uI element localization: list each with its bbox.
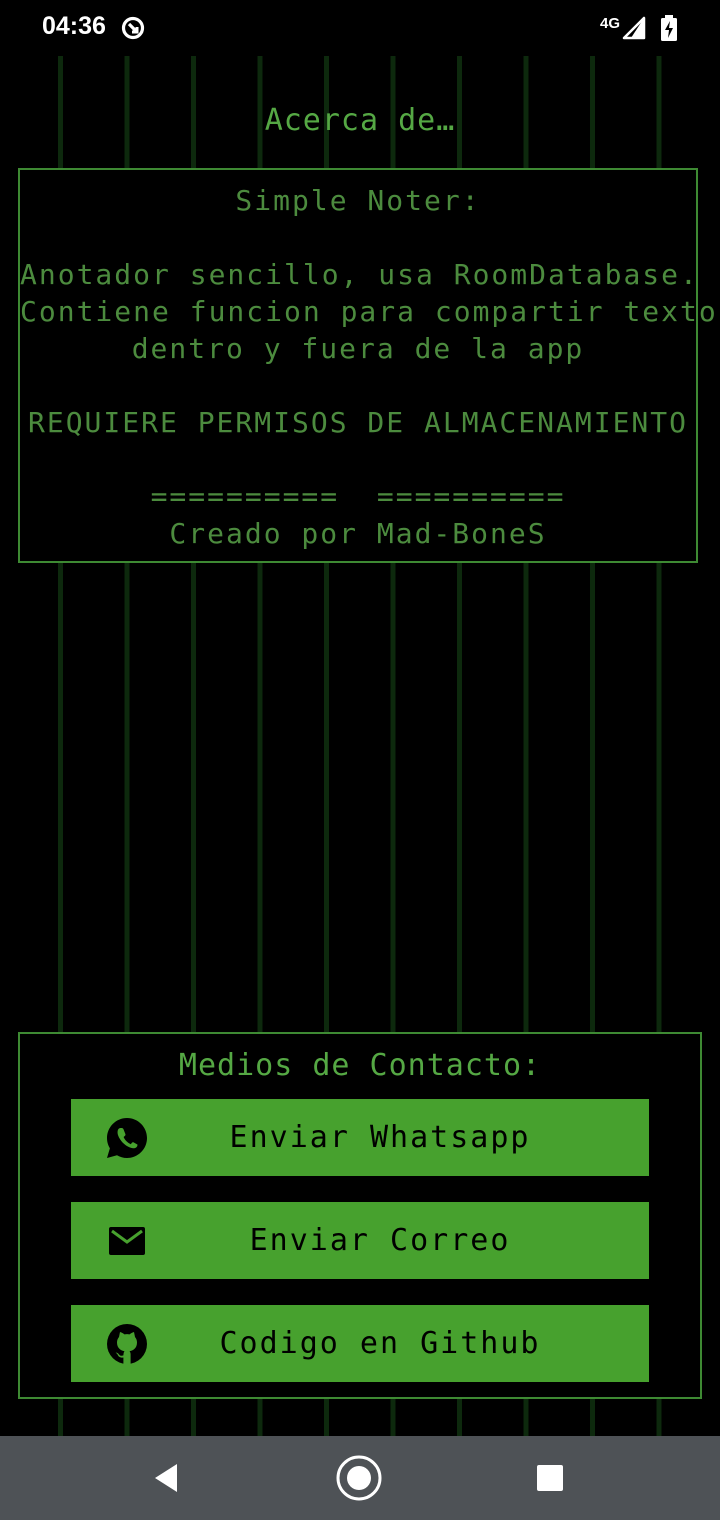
description-line-3: dentro y fuera de la app — [131, 332, 585, 365]
status-bar: 04:36 4G — [0, 0, 720, 56]
send-whatsapp-label: Enviar Whatsapp — [229, 1120, 531, 1155]
send-email-button[interactable]: Enviar Correo — [71, 1202, 649, 1279]
github-code-label: Codigo en Github — [219, 1326, 541, 1361]
send-email-label: Enviar Correo — [249, 1223, 511, 1258]
home-icon[interactable] — [335, 1454, 383, 1502]
github-code-button[interactable]: Codigo en Github — [71, 1305, 649, 1382]
info-panel: Simple Noter: Anotador sencillo, usa Roo… — [18, 168, 718, 563]
separator-text: ========== ========== — [150, 480, 566, 513]
back-icon[interactable] — [143, 1454, 191, 1502]
send-whatsapp-button[interactable]: Enviar Whatsapp — [71, 1099, 649, 1176]
app-name: Simple Noter: — [235, 184, 481, 217]
status-right-icons: 4G — [600, 14, 680, 42]
credits-text: Creado por Mad-BoneS — [169, 517, 547, 550]
contact-title: Medios de Contacto: — [178, 1048, 542, 1083]
battery-charging-icon — [661, 15, 677, 41]
signal-icon — [622, 16, 646, 40]
status-time: 04:36 — [42, 12, 106, 40]
navigation-bar — [0, 1436, 720, 1520]
page-title: Acerca de… — [264, 103, 456, 138]
recents-icon[interactable] — [526, 1454, 574, 1502]
description-line-1: Anotador sencillo, usa RoomDatabase. — [20, 258, 699, 291]
network-type: 4G — [599, 14, 620, 32]
contact-panel: Medios de Contacto: Enviar Whatsapp Envi… — [18, 1032, 702, 1399]
description-line-2: Contiene funcion para compartir texto — [20, 295, 718, 328]
sync-icon — [121, 16, 145, 40]
permissions-notice: REQUIERE PERMISOS DE ALMACENAMIENTO — [27, 406, 688, 439]
